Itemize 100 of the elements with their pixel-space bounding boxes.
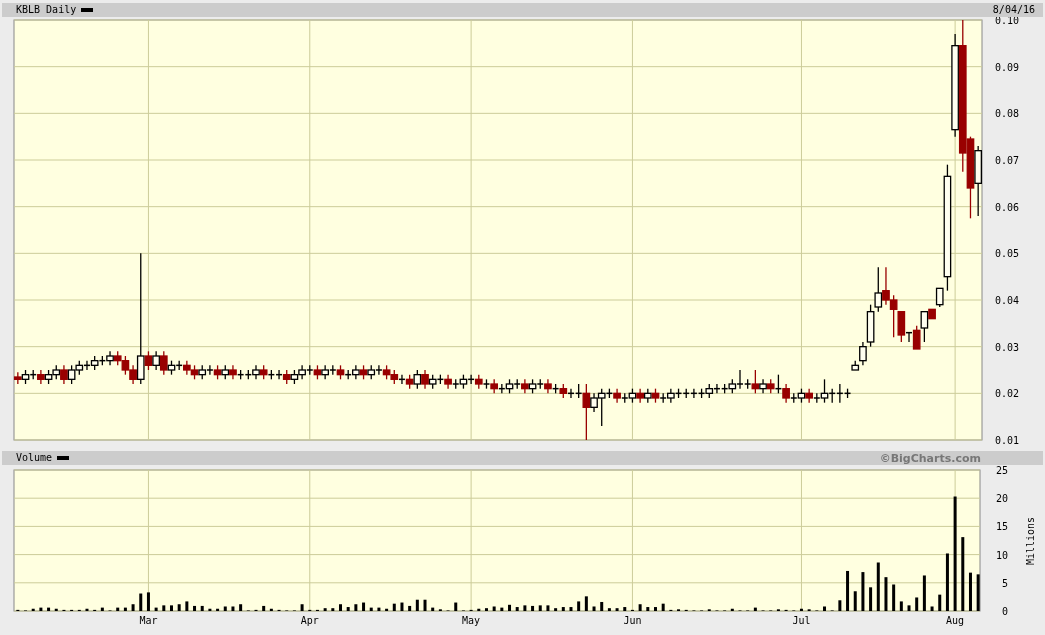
volume-bar — [185, 601, 189, 611]
volume-bar — [139, 593, 143, 611]
volume-bar — [231, 606, 235, 611]
axis-label: 0 — [1001, 606, 1008, 617]
volume-bar — [100, 607, 104, 611]
volume-bar — [892, 584, 896, 611]
volume-bar — [208, 608, 212, 611]
volume-bar — [615, 608, 619, 611]
volume-bar — [638, 604, 642, 611]
volume-bar — [945, 553, 949, 611]
volume-bar — [431, 607, 435, 611]
volume-bar — [323, 608, 327, 611]
volume-bar — [730, 608, 734, 611]
axis-label: 0.04 — [995, 295, 1020, 306]
axis-label: 10 — [995, 549, 1008, 561]
volume-bar — [262, 605, 266, 611]
volume-bar — [884, 577, 888, 611]
volume-bar — [400, 602, 404, 611]
volume-bar — [47, 607, 51, 611]
axis-label: 15 — [995, 521, 1008, 533]
axis-label: 0.02 — [995, 388, 1020, 400]
volume-bar — [869, 587, 873, 611]
candlestick — [912, 325, 921, 350]
volume-bar — [523, 605, 527, 611]
volume-bar — [600, 602, 604, 611]
volume-bar — [392, 603, 396, 611]
volume-bar — [584, 596, 588, 611]
volume-bar — [423, 599, 427, 611]
volume-bar — [123, 607, 127, 611]
volume-bar — [362, 602, 366, 611]
volume-bar — [876, 562, 880, 611]
volume-bar — [408, 605, 412, 611]
candlestick — [413, 369, 422, 390]
volume-bar — [492, 606, 496, 611]
volume-bar — [223, 606, 227, 611]
volume-bar — [853, 591, 857, 611]
volume-bar — [300, 604, 304, 611]
volume-bar — [531, 605, 535, 611]
axis-label: 5 — [1001, 577, 1008, 589]
volume-bar — [577, 601, 581, 611]
candlestick — [60, 364, 68, 385]
volume-bar — [377, 607, 381, 611]
volume-bar — [385, 608, 389, 611]
volume-bar — [861, 572, 865, 611]
volume-bar — [554, 608, 558, 611]
axis-label: 0.10 — [995, 17, 1020, 26]
axis-label: May — [462, 615, 481, 626]
volume-bar — [54, 608, 58, 611]
candlestick — [920, 311, 929, 343]
volume-bar — [485, 608, 488, 611]
volume-bar — [538, 605, 542, 611]
volume-bar — [346, 607, 350, 611]
chart-date: 8/04/16 — [992, 3, 1035, 17]
candlestick — [421, 369, 429, 390]
volume-bar — [607, 608, 611, 611]
volume-bar — [592, 606, 596, 611]
volume-bar — [31, 608, 35, 611]
chart-title: Volume — [16, 451, 53, 465]
volume-bar — [177, 604, 181, 611]
candlestick — [874, 266, 883, 313]
volume-bar — [646, 607, 650, 611]
volume-bar — [131, 604, 135, 611]
candlestick — [859, 341, 867, 366]
volume-bar — [500, 607, 504, 611]
candlestick — [152, 350, 160, 371]
candlestick — [935, 287, 944, 308]
axis-label: 20 — [995, 493, 1008, 505]
volume-bar — [200, 605, 204, 611]
volume-bar — [846, 570, 850, 611]
volume-bar — [799, 608, 803, 611]
volume-bar — [976, 574, 980, 611]
volume-bar — [369, 607, 373, 611]
volume-bar — [239, 604, 243, 611]
volume-bar — [561, 607, 565, 611]
axis-title: Millions — [1025, 516, 1036, 566]
volume-bar — [930, 606, 934, 611]
volume-bar — [661, 603, 665, 611]
volume-bar — [354, 604, 358, 611]
volume-bar — [515, 607, 519, 611]
axis-label: Mar — [139, 615, 158, 626]
axis-label: 0.06 — [995, 201, 1020, 213]
axis-label: 25 — [995, 465, 1008, 476]
volume-bar — [415, 599, 419, 611]
volume-bar — [116, 607, 120, 611]
candlestick — [782, 383, 790, 404]
volume-bar — [915, 597, 919, 611]
volume-bar — [922, 575, 926, 611]
volume-bar — [823, 606, 826, 611]
candlestick — [144, 350, 153, 371]
axis-label: 0.05 — [995, 248, 1020, 260]
axis-label: Jun — [623, 615, 642, 626]
volume-bar — [193, 605, 197, 611]
volume-bar — [969, 572, 972, 611]
volume-bar — [162, 605, 166, 611]
axis-label: 0.01 — [995, 435, 1020, 446]
volume-bar — [331, 608, 335, 611]
volume-bar — [546, 605, 550, 611]
volume-bar — [753, 607, 757, 611]
volume-bar — [623, 607, 627, 611]
candlestick — [136, 252, 145, 385]
